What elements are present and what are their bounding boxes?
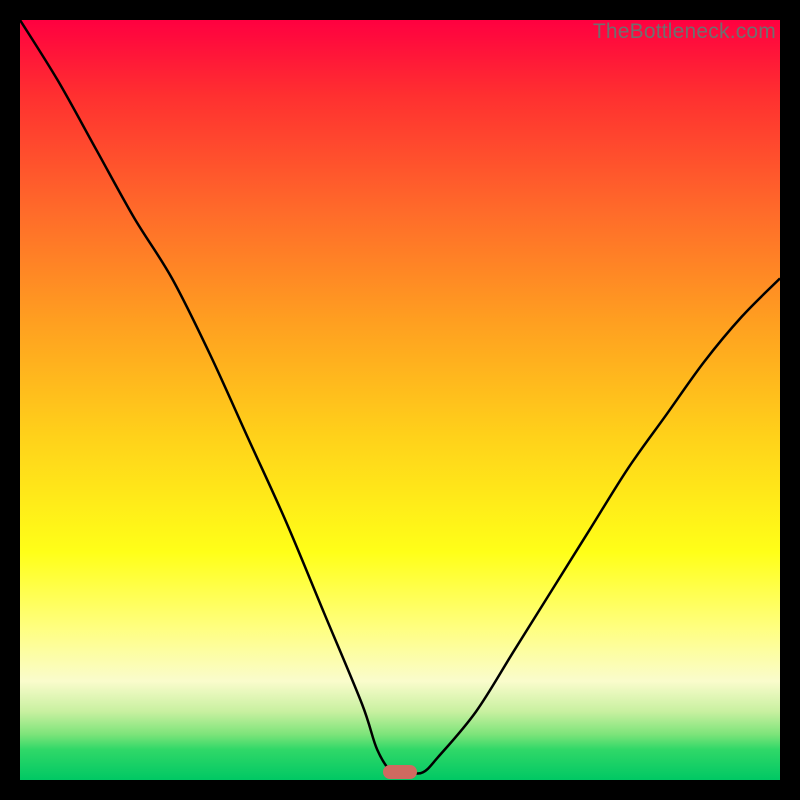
plot-area: TheBottleneck.com [20,20,780,780]
chart-frame: TheBottleneck.com [0,0,800,800]
bottleneck-curve [20,20,780,780]
curve-path [20,20,780,774]
optimal-marker [383,765,417,779]
